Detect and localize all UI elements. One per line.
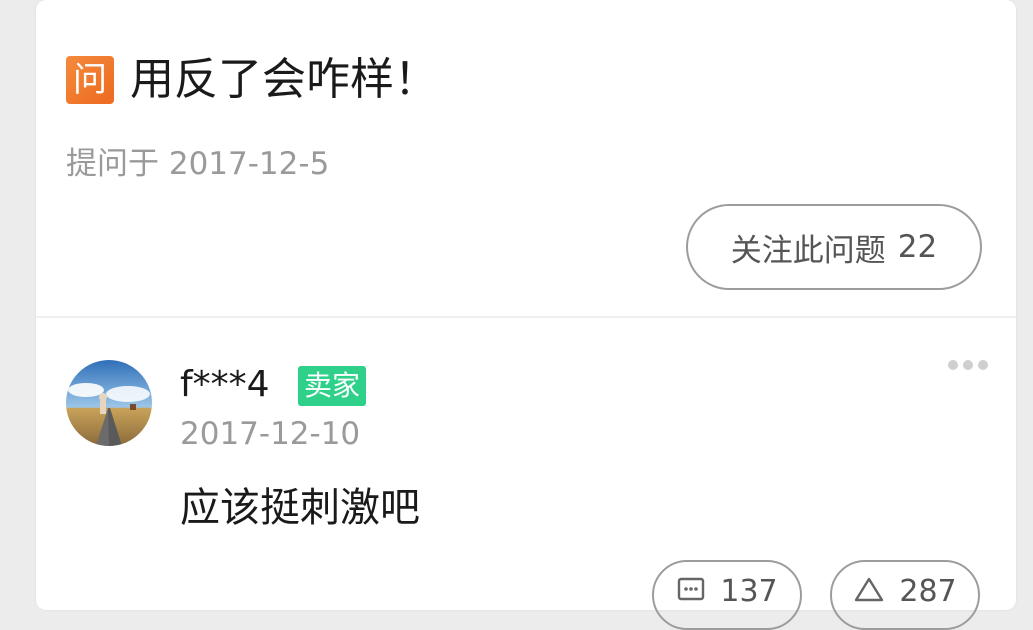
answer-username[interactable]: f***4 [180,360,270,410]
follow-label: 关注此问题 [730,232,886,269]
divider [36,316,1016,318]
question-title: 用反了会咋样！ [130,54,438,105]
more-dot [948,360,958,370]
like-count: 287 [899,574,957,609]
seller-badge: 卖家 [298,366,367,406]
follow-question-button[interactable]: 关注此问题 22 [686,204,982,290]
answer-date: 2017-12-10 [180,416,361,452]
more-dot [978,360,988,370]
avatar[interactable] [66,360,152,446]
answer-text: 应该挺刺激吧 [180,485,420,531]
question-card: 问 用反了会咋样！ 提问于 2017-12-5 关注此问题 22 f***4 卖… [36,0,1016,630]
comment-button[interactable]: 137 [652,560,802,630]
question-badge-icon: 问 [66,56,114,104]
more-dot [963,360,973,370]
follow-count: 22 [897,229,938,265]
comment-count: 137 [720,574,778,609]
asked-date: 提问于 2017-12-5 [66,146,330,182]
thumb-up-triangle-icon [855,577,884,602]
more-dots-icon[interactable] [948,360,988,370]
avatar-image-icon [66,360,152,446]
comment-icon [678,577,705,601]
like-button[interactable]: 287 [830,560,980,630]
